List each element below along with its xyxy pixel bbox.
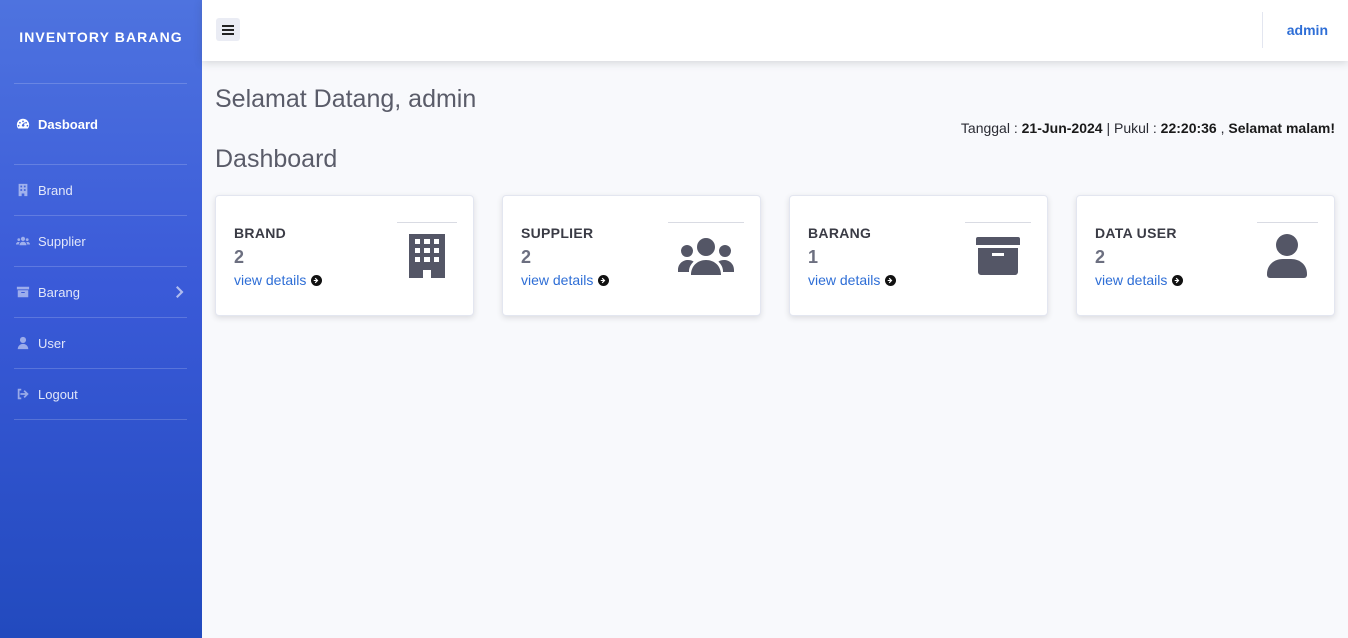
datetime-separator: , <box>1216 120 1229 136</box>
date-value: 21-Jun-2024 <box>1021 120 1103 136</box>
view-details-label: view details <box>1095 272 1168 288</box>
view-details-link[interactable]: view details <box>521 272 610 288</box>
arrow-circle-right-icon <box>1172 274 1184 286</box>
stat-card-brand: BRAND 2 view details <box>215 195 474 316</box>
view-details-link[interactable]: view details <box>1095 272 1184 288</box>
sidebar-item-label: Logout <box>38 386 78 402</box>
sidebar: INVENTORY BARANG Dasboard Brand Supplier… <box>0 0 202 638</box>
arrow-circle-right-icon <box>311 274 323 286</box>
card-label: SUPPLIER <box>521 225 594 241</box>
view-details-label: view details <box>521 272 594 288</box>
sidebar-item-label: Dasboard <box>38 116 98 132</box>
arrow-circle-right-icon <box>885 274 897 286</box>
building-icon <box>16 183 30 197</box>
archive-icon <box>16 285 30 299</box>
welcome-heading: Selamat Datang, admin <box>215 85 477 113</box>
card-label: BRAND <box>234 225 287 241</box>
sidebar-item-logout[interactable]: Logout <box>0 369 202 419</box>
stat-card-data-user: DATA USER 2 view details <box>1076 195 1335 316</box>
sidebar-divider <box>14 419 187 420</box>
card-count: 2 <box>521 247 532 267</box>
sidebar-toggle-button[interactable] <box>216 18 240 41</box>
sidebar-item-label: Barang <box>38 284 80 300</box>
chevron-right-icon[interactable] <box>176 286 184 298</box>
user-icon <box>16 336 30 350</box>
sidebar-item-brand[interactable]: Brand <box>0 165 202 215</box>
card-count: 2 <box>234 247 245 267</box>
topbar-divider <box>1262 12 1263 48</box>
sidebar-item-dashboard[interactable]: Dasboard <box>0 84 202 164</box>
hamburger-icon <box>222 24 234 35</box>
sidebar-brand[interactable]: INVENTORY BARANG <box>0 0 202 74</box>
view-details-label: view details <box>234 272 307 288</box>
greeting: Selamat malam! <box>1228 120 1335 136</box>
datetime-line: Tanggal : 21-Jun-2024 | Pukul : 22:20:36… <box>961 120 1335 136</box>
card-count: 1 <box>808 247 819 267</box>
time-value: 22:20:36 <box>1160 120 1217 136</box>
view-details-link[interactable]: view details <box>808 272 897 288</box>
sidebar-item-barang[interactable]: Barang <box>0 267 202 317</box>
sidebar-item-supplier[interactable]: Supplier <box>0 216 202 266</box>
date-label: Tanggal : <box>960 120 1022 136</box>
card-count: 2 <box>1095 247 1106 267</box>
sign-out-icon <box>16 387 30 401</box>
sidebar-item-label: User <box>38 335 66 351</box>
user-menu[interactable]: admin <box>1287 22 1328 38</box>
building-icon <box>408 234 446 278</box>
topbar: admin <box>202 0 1348 61</box>
view-details-label: view details <box>808 272 881 288</box>
time-label: | Pukul : <box>1102 120 1161 136</box>
card-label: DATA USER <box>1095 225 1177 241</box>
stat-card-supplier: SUPPLIER 2 view details <box>502 195 761 316</box>
users-icon <box>678 237 734 275</box>
sidebar-item-label: Brand <box>38 182 73 198</box>
archive-icon <box>976 237 1020 275</box>
sidebar-item-label: Supplier <box>38 233 86 249</box>
users-icon <box>16 234 30 248</box>
stat-card-barang: BARANG 1 view details <box>789 195 1048 316</box>
page-title: Dashboard <box>215 145 338 173</box>
sidebar-item-user[interactable]: User <box>0 318 202 368</box>
view-details-link[interactable]: view details <box>234 272 323 288</box>
card-divider <box>1257 222 1318 223</box>
card-divider <box>668 222 744 223</box>
card-label: BARANG <box>808 225 872 241</box>
arrow-circle-right-icon <box>598 274 610 286</box>
card-divider <box>397 222 457 223</box>
user-icon <box>1267 234 1307 278</box>
card-divider <box>965 222 1031 223</box>
tachometer-icon <box>16 117 30 131</box>
